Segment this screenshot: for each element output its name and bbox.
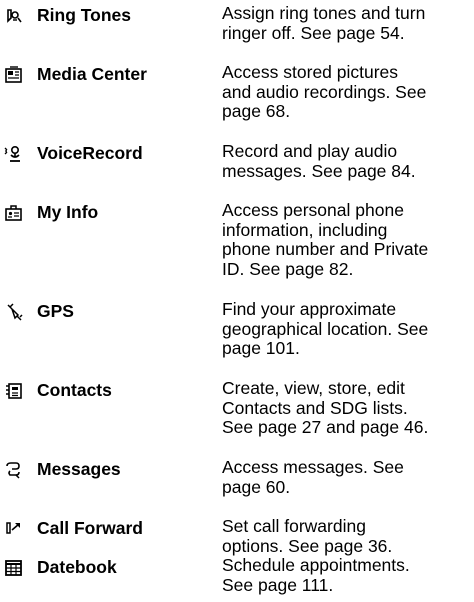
item-description: Find your approximate geographical locat… bbox=[222, 299, 429, 358]
item-description: Access messages. See page 60. bbox=[222, 457, 404, 497]
item-name: My Info bbox=[37, 202, 99, 222]
item-description: Assign ring tones and turn ringer off. S… bbox=[222, 3, 426, 43]
item-name: Media Center bbox=[37, 64, 147, 84]
item-description: Create, view, store, edit Contacts and S… bbox=[222, 378, 429, 437]
item-name: Call Forward bbox=[37, 518, 143, 538]
item-description: Set call forwarding options. See page 36… bbox=[222, 516, 393, 556]
ring-tones-icon bbox=[4, 7, 24, 25]
menu-feature-list: Ring Tones Assign ring tones and turn ri… bbox=[0, 0, 474, 602]
messages-icon bbox=[4, 461, 24, 479]
item-name: VoiceRecord bbox=[37, 143, 143, 163]
item-description: Record and play audio messages. See page… bbox=[222, 141, 416, 181]
item-name: Datebook bbox=[37, 557, 117, 577]
item-description: Access stored pictures and audio recordi… bbox=[222, 62, 427, 121]
item-name: Messages bbox=[37, 459, 121, 479]
item-name: Ring Tones bbox=[37, 5, 131, 25]
media-center-icon bbox=[4, 66, 24, 84]
item-name: Contacts bbox=[37, 380, 112, 400]
datebook-calendar-icon bbox=[4, 559, 24, 577]
gps-satellite-icon bbox=[4, 303, 24, 321]
voice-record-icon bbox=[4, 145, 24, 163]
item-description: Schedule appointments. See page 111. bbox=[222, 555, 410, 595]
call-forward-icon bbox=[4, 520, 24, 538]
my-info-icon bbox=[4, 204, 24, 222]
contacts-icon bbox=[4, 382, 24, 400]
item-description: Access personal phone information, inclu… bbox=[222, 200, 429, 279]
item-name: GPS bbox=[37, 301, 74, 321]
